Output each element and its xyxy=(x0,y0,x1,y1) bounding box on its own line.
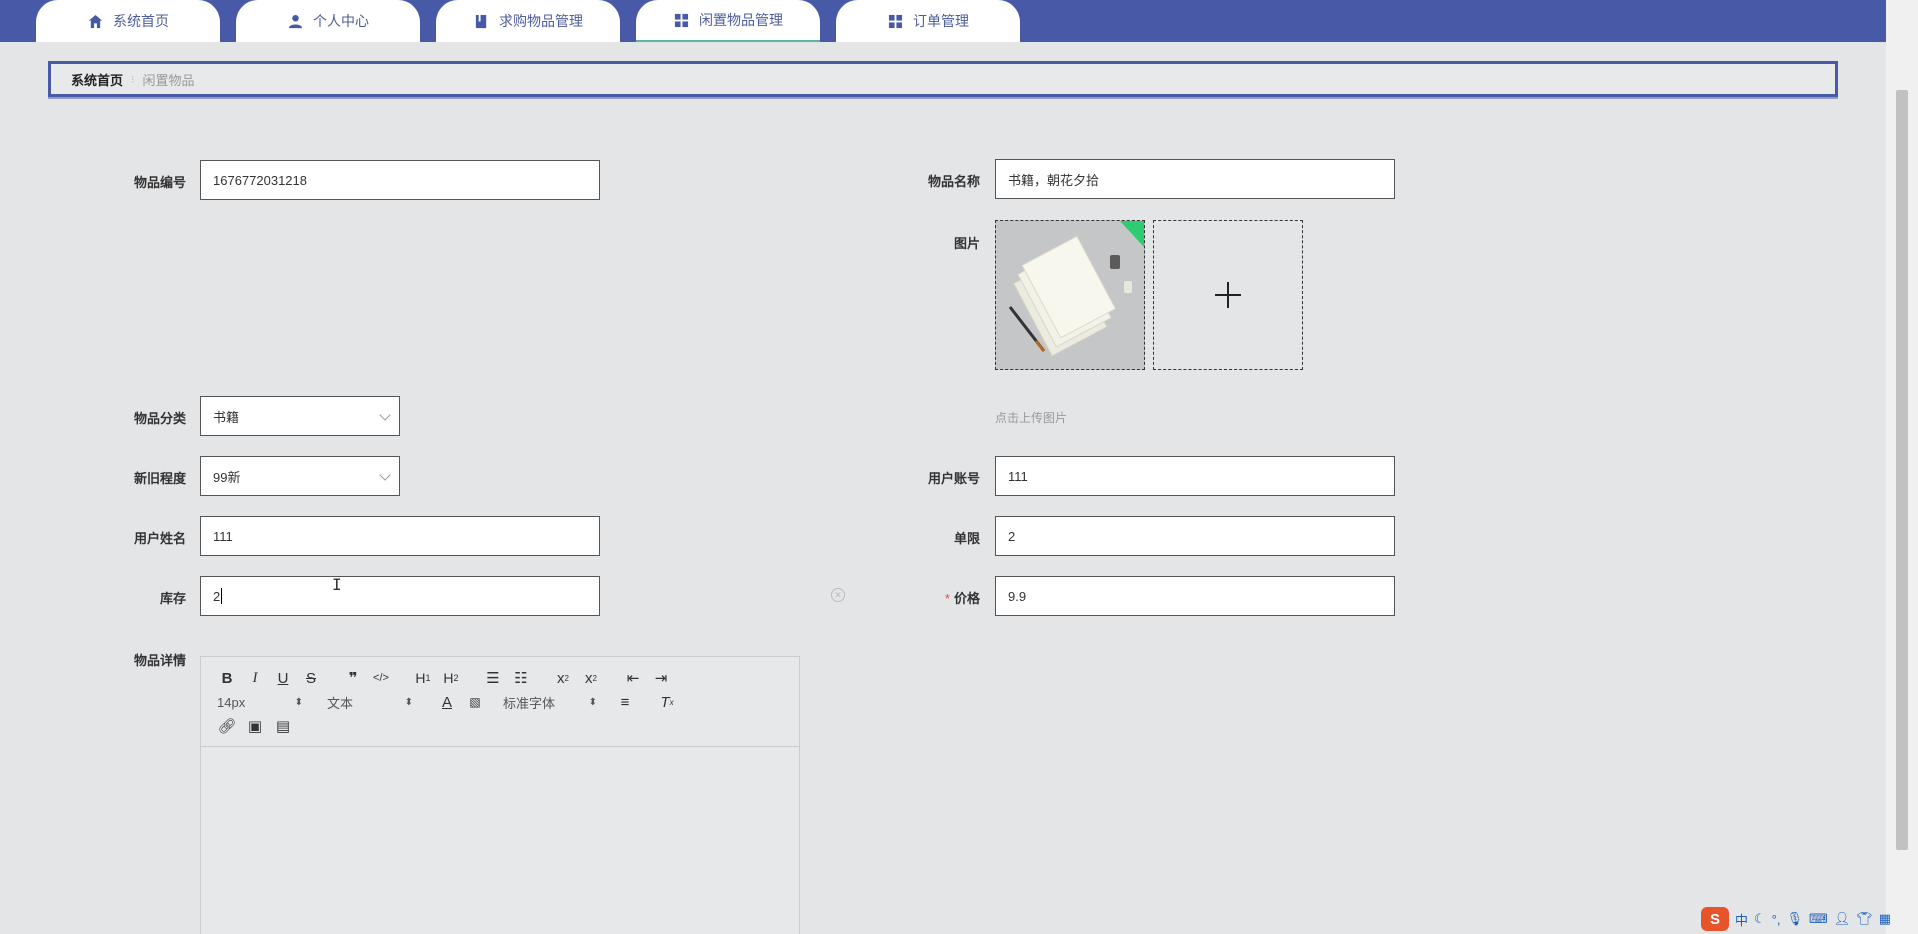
condition-label: 新旧程度 xyxy=(133,471,186,486)
clear-format-icon[interactable]: Tx xyxy=(653,691,681,713)
grid-icon xyxy=(887,13,903,29)
tab-label: 求购物品管理 xyxy=(499,13,583,29)
ordered-list-icon[interactable]: ☰ xyxy=(479,667,507,689)
tab-personal-center[interactable]: 个人中心 xyxy=(236,0,420,42)
microphone-icon[interactable]: 🎙︎ xyxy=(1786,911,1803,927)
heading2-icon[interactable]: H2 xyxy=(437,667,465,689)
heading-select[interactable]: 文本 ⬍ xyxy=(327,693,413,712)
page-scrollbar[interactable] xyxy=(1886,0,1918,934)
mouse-cursor-icon: I xyxy=(332,575,342,594)
breadcrumb-current: 闲置物品 xyxy=(142,72,195,88)
moon-icon[interactable]: ☾ xyxy=(1754,911,1766,927)
tab-label: 个人中心 xyxy=(313,13,369,29)
item-no-input[interactable]: 1676772031218 xyxy=(200,160,600,200)
font-color-icon[interactable]: A xyxy=(433,691,461,713)
price-label-text: 价格 xyxy=(953,591,980,606)
breadcrumb-separator: ⁝ xyxy=(131,73,135,86)
blockquote-icon[interactable]: ❞ xyxy=(339,667,367,689)
tab-home[interactable]: 系统首页 xyxy=(36,0,220,42)
limit-label: 单限 xyxy=(953,531,980,546)
tab-order-management[interactable]: 订单管理 xyxy=(836,0,1020,42)
grid-icon xyxy=(673,12,689,28)
user-account-input[interactable]: 111 xyxy=(995,456,1395,496)
align-icon[interactable]: ≡ xyxy=(611,691,639,713)
stock-value: 2 xyxy=(213,588,221,604)
stock-input[interactable]: 2 xyxy=(200,576,600,616)
user-icon[interactable]: 👤︎ xyxy=(1834,911,1851,927)
video-icon[interactable]: ▤ xyxy=(269,715,297,737)
item-name-label: 物品名称 xyxy=(927,174,980,189)
details-label: 物品详情 xyxy=(133,653,186,668)
clear-icon[interactable]: ✕ xyxy=(831,588,845,602)
category-value: 书籍 xyxy=(213,409,240,425)
item-name-input[interactable]: 书籍，朝花夕拾 xyxy=(995,159,1395,199)
upload-hint: 点击上传图片 xyxy=(995,411,1068,425)
upload-image-button[interactable] xyxy=(1153,220,1303,370)
code-icon[interactable]: </> xyxy=(367,667,395,689)
font-family-select[interactable]: 标准字体 ⬍ xyxy=(503,693,597,712)
font-size-select[interactable]: 14px ⬍ xyxy=(217,695,303,710)
image-icon[interactable]: ▣ xyxy=(241,715,269,737)
stock-label: 库存 xyxy=(159,591,186,606)
category-select[interactable]: 书籍 xyxy=(200,396,400,436)
punctuation-icon[interactable]: °, xyxy=(1772,912,1781,927)
user-name-label: 用户姓名 xyxy=(133,531,186,546)
editor-toolbar: B I U S ❞ </> H1 H2 ☰ ☷ x2 x2 ⇤ ⇥ 14px ⬍ … xyxy=(201,657,799,747)
updown-icon: ⬍ xyxy=(404,696,413,708)
shirt-icon[interactable]: 👕︎ xyxy=(1856,911,1873,927)
uploaded-image-thumbnail[interactable] xyxy=(995,220,1145,370)
link-icon[interactable]: 🔗︎ xyxy=(213,715,241,737)
text-caret xyxy=(221,588,223,604)
ime-mode-indicator[interactable]: 中 xyxy=(1735,910,1748,929)
required-mark: * xyxy=(944,591,950,606)
price-label: * 价格 xyxy=(880,588,980,607)
tab-idle-items-management[interactable]: 闲置物品管理 xyxy=(636,0,820,42)
italic-icon[interactable]: I xyxy=(241,667,269,689)
item-no-label: 物品编号 xyxy=(133,175,186,190)
bullet-list-icon[interactable]: ☷ xyxy=(507,667,535,689)
plus-icon xyxy=(1215,282,1241,308)
user-icon xyxy=(287,13,303,29)
font-size-value: 14px xyxy=(217,694,246,710)
category-label: 物品分类 xyxy=(133,411,186,426)
tab-label: 闲置物品管理 xyxy=(699,12,783,28)
chevron-down-icon xyxy=(379,469,391,481)
indent-icon[interactable]: ⇥ xyxy=(647,667,675,689)
book-icon xyxy=(473,13,489,29)
user-name-input[interactable]: 111 xyxy=(200,516,600,556)
limit-input[interactable]: 2 xyxy=(995,516,1395,556)
condition-select[interactable]: 99新 xyxy=(200,456,400,496)
updown-icon: ⬍ xyxy=(294,696,303,708)
home-icon xyxy=(87,13,103,29)
price-input[interactable]: 9.9 xyxy=(995,576,1395,616)
system-tray: S 中 ☾ °, 🎙︎ ⌨ 👤︎ 👕︎ ▦ xyxy=(1693,904,1918,934)
scrollbar-thumb[interactable] xyxy=(1896,90,1908,850)
tab-purchase-management[interactable]: 求购物品管理 xyxy=(436,0,620,42)
user-account-label: 用户账号 xyxy=(927,471,980,486)
breadcrumb: 系统首页 ⁝ 闲置物品 xyxy=(48,61,1838,97)
underline-icon[interactable]: U xyxy=(269,667,297,689)
top-nav: 系统首页 个人中心 求购物品管理 闲置物品管理 订单管理 xyxy=(0,0,1886,42)
heading-value: 文本 xyxy=(327,695,354,711)
notebook-photo xyxy=(996,221,1144,369)
grid-icon[interactable]: ▦ xyxy=(1879,911,1891,927)
sogou-ime-icon[interactable]: S xyxy=(1701,907,1729,931)
updown-icon: ⬍ xyxy=(588,696,597,708)
bold-icon[interactable]: B xyxy=(213,667,241,689)
rich-text-editor: B I U S ❞ </> H1 H2 ☰ ☷ x2 x2 ⇤ ⇥ 14px ⬍ … xyxy=(200,656,800,934)
heading1-icon[interactable]: H1 xyxy=(409,667,437,689)
strikethrough-icon[interactable]: S xyxy=(297,667,325,689)
condition-value: 99新 xyxy=(213,469,241,485)
tab-label: 订单管理 xyxy=(913,13,969,29)
keyboard-icon[interactable]: ⌨ xyxy=(1809,911,1828,927)
subscript-icon[interactable]: x2 xyxy=(549,667,577,689)
outdent-icon[interactable]: ⇤ xyxy=(619,667,647,689)
superscript-icon[interactable]: x2 xyxy=(577,667,605,689)
font-family-value: 标准字体 xyxy=(503,695,556,711)
tab-label: 系统首页 xyxy=(113,13,169,29)
breadcrumb-home[interactable]: 系统首页 xyxy=(71,70,123,89)
background-color-icon[interactable]: ▧ xyxy=(461,691,489,713)
chevron-down-icon xyxy=(379,409,391,421)
image-label: 图片 xyxy=(953,236,980,251)
